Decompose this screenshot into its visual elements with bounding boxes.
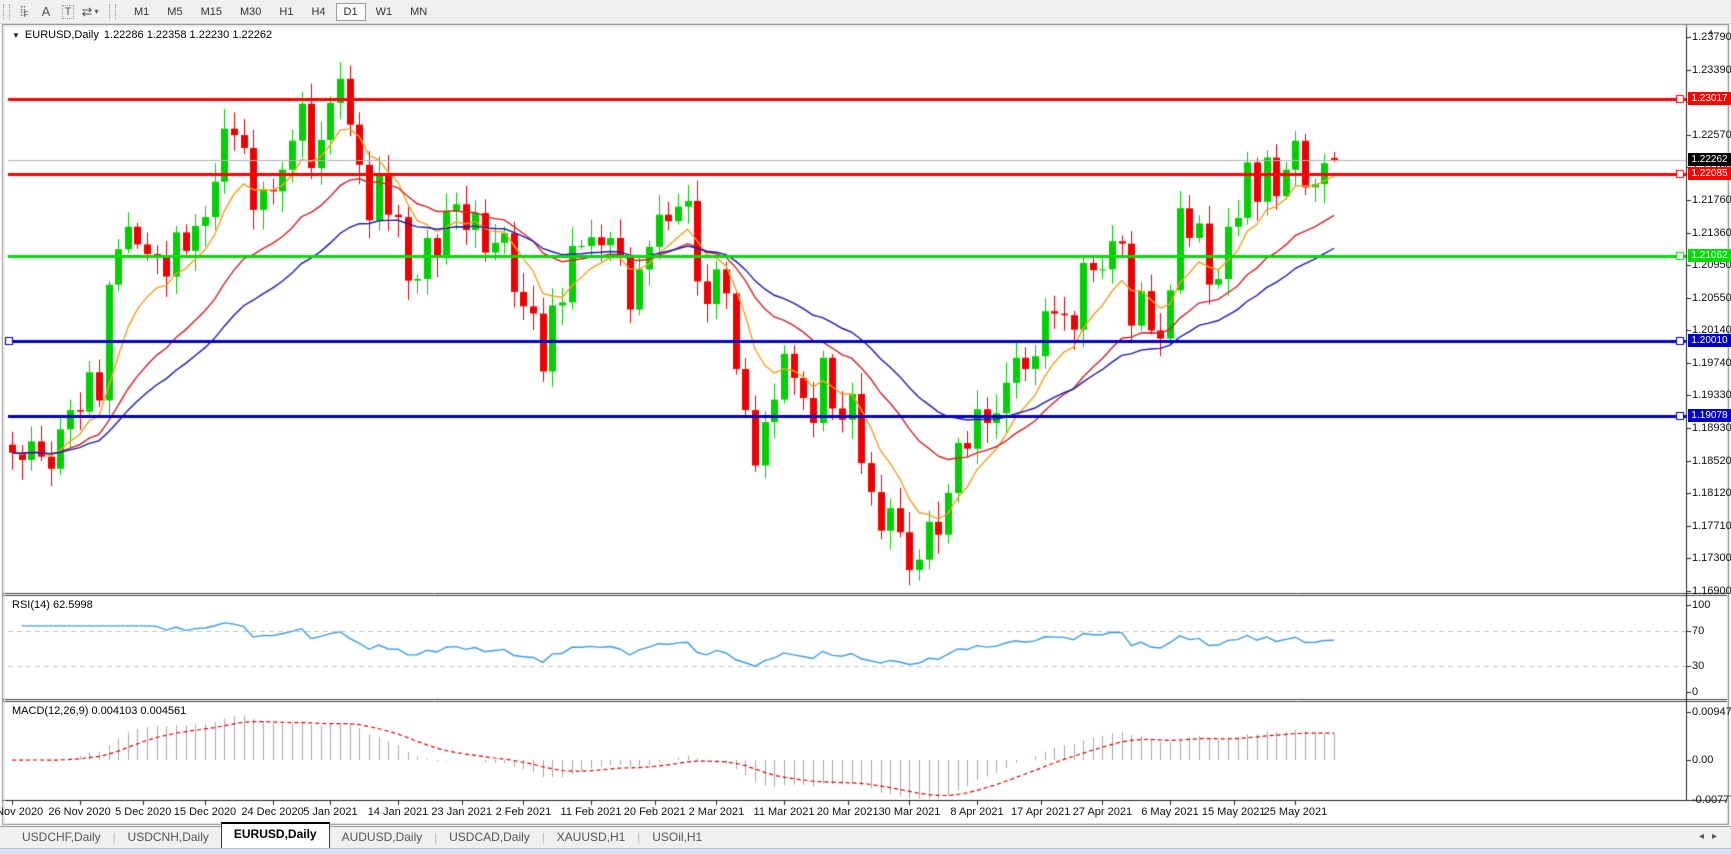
timeframe-h4[interactable]: H4	[303, 3, 333, 21]
collapse-indicators-icon[interactable]: ▼	[12, 31, 20, 40]
price-tick-label: 1.23790	[1692, 31, 1730, 43]
swap-arrows-icon: ⇄	[82, 4, 93, 20]
trading-terminal: ⣿ F A T ⇄ ▾ M1M5M15M30H1H4D1W1MN ▼ EURUS…	[0, 0, 1731, 854]
price-tick-label: 1.17300	[1692, 552, 1730, 564]
font-tool-button[interactable]: A	[36, 2, 56, 21]
tab-usoil-h1[interactable]: USOil,H1	[640, 827, 714, 849]
date-tick-label: 27 Apr 2021	[1064, 806, 1140, 818]
level-price-tag[interactable]: 1.20010	[1688, 334, 1731, 347]
timeframe-m15[interactable]: M15	[193, 3, 230, 21]
date-tick-label: 2 Feb 2021	[485, 806, 561, 818]
dropdown-caret-icon: ▾	[94, 7, 98, 16]
chart-title: ▼ EURUSD,Daily 1.22286 1.22358 1.22230 1…	[12, 29, 272, 41]
text-tool-button[interactable]: T	[58, 2, 78, 21]
price-tick-label: 1.20550	[1692, 292, 1730, 304]
timeframe-w1[interactable]: W1	[368, 3, 401, 21]
rsi-tick-label: 30	[1692, 660, 1730, 672]
rsi-tick-label: 100	[1692, 599, 1730, 611]
timeframe-m1[interactable]: M1	[126, 3, 157, 21]
font-icon: A	[42, 4, 51, 19]
rsi-indicator-label: RSI(14) 62.5998	[12, 599, 93, 611]
tab-audusd-daily[interactable]: AUDUSD,Daily	[330, 827, 435, 849]
date-tick-label: 15 Dec 2020	[167, 806, 243, 818]
tab-xauusd-h1[interactable]: XAUUSD,H1	[545, 827, 638, 849]
grid-f-tool-button[interactable]: ⣿ F	[14, 2, 34, 21]
tab-usdcad-daily[interactable]: USDCAD,Daily	[437, 827, 542, 849]
date-tick-label: 5 Jan 2021	[292, 806, 368, 818]
timeframe-m30[interactable]: M30	[232, 3, 269, 21]
tab-scroll-left-icon[interactable]: ◂	[1699, 831, 1712, 842]
chart-tabs: USDCHF,Daily|USDCNH,DailyEURUSD,DailyAUD…	[10, 825, 714, 850]
main-toolbar: ⣿ F A T ⇄ ▾ M1M5M15M30H1H4D1W1MN	[0, 0, 1731, 24]
chart-ohlc-values: 1.22286 1.22358 1.22230 1.22262	[104, 29, 272, 41]
macd-tick-label: 0.00	[1692, 754, 1730, 766]
timeframe-d1[interactable]: D1	[336, 3, 366, 21]
chart-canvas[interactable]	[0, 24, 1731, 826]
grid-f-mark: F	[24, 10, 29, 19]
current-price-tag: 1.22262	[1688, 153, 1731, 166]
status-bar	[0, 848, 1731, 854]
level-price-tag[interactable]: 1.21062	[1688, 249, 1731, 262]
tab-scroll-right-icon[interactable]: ▸	[1712, 831, 1725, 842]
price-tick-label: 1.17710	[1692, 520, 1730, 532]
timeframe-h1[interactable]: H1	[271, 3, 301, 21]
price-tick-label: 1.23390	[1692, 64, 1730, 76]
toolbar-grip-2[interactable]	[109, 4, 116, 20]
level-price-tag[interactable]: 1.22085	[1688, 167, 1731, 180]
tab-usdchf-daily[interactable]: USDCHF,Daily	[10, 827, 113, 849]
price-tick-label: 1.22570	[1692, 129, 1730, 141]
price-tick-label: 1.16900	[1692, 585, 1730, 597]
rsi-tick-label: 70	[1692, 625, 1730, 637]
macd-tick-label: -0.007778	[1692, 794, 1730, 806]
price-tick-label: 1.18930	[1692, 422, 1730, 434]
level-price-tag[interactable]: 1.19078	[1688, 409, 1731, 422]
date-tick-label: 30 Mar 2021	[871, 806, 947, 818]
chart-symbol-label: EURUSD,Daily	[25, 29, 99, 41]
timeframe-mn[interactable]: MN	[402, 3, 435, 21]
price-tick-label: 1.18520	[1692, 455, 1730, 467]
price-tick-label: 1.18120	[1692, 487, 1730, 499]
price-tick-label: 1.19330	[1692, 389, 1730, 401]
date-tick-label: 2 Mar 2021	[678, 806, 754, 818]
date-tick-label: 25 May 2021	[1257, 806, 1333, 818]
timeframe-toolbar: M1M5M15M30H1H4D1W1MN	[125, 3, 436, 21]
price-tick-label: 1.19740	[1692, 357, 1730, 369]
tab-eurusd-daily[interactable]: EURUSD,Daily	[221, 822, 330, 850]
price-tick-label: 1.21760	[1692, 194, 1730, 206]
macd-tick-label: 0.009478	[1692, 706, 1730, 718]
indicators-dropdown-button[interactable]: ⇄ ▾	[80, 2, 100, 21]
tab-scroll-arrows[interactable]: ◂▸	[1699, 831, 1725, 842]
macd-indicator-label: MACD(12,26,9) 0.004103 0.004561	[12, 705, 186, 717]
tab-usdcnh-daily[interactable]: USDCNH,Daily	[116, 827, 221, 849]
timeframe-m5[interactable]: M5	[159, 3, 190, 21]
level-price-tag[interactable]: 1.23017	[1688, 92, 1731, 105]
rsi-tick-label: 0	[1692, 686, 1730, 698]
toolbar-grip[interactable]	[3, 4, 10, 20]
text-icon: T	[62, 5, 75, 19]
price-tick-label: 1.21360	[1692, 227, 1730, 239]
chart-tab-bar: USDCHF,Daily|USDCNH,DailyEURUSD,DailyAUD…	[0, 826, 1731, 848]
chart-window: ▼ EURUSD,Daily 1.22286 1.22358 1.22230 1…	[0, 24, 1731, 826]
